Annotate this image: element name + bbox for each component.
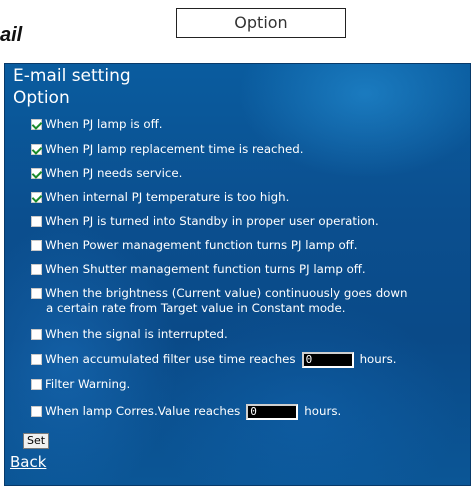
hours-unit-label: hours. bbox=[359, 352, 397, 366]
option-label: Filter Warning. bbox=[45, 377, 131, 391]
brightness-checkbox[interactable] bbox=[31, 288, 42, 299]
panel-title: E-mail setting bbox=[13, 66, 131, 86]
document-heading-fragment: ail bbox=[0, 24, 23, 46]
standby-checkbox[interactable] bbox=[31, 216, 42, 227]
option-label: When internal PJ temperature is too high… bbox=[45, 190, 290, 204]
option-label: When accumulated filter use time reaches bbox=[45, 352, 296, 366]
option-row-filter-warning: Filter Warning. bbox=[31, 377, 130, 392]
option-label: When lamp Corres.Value reaches bbox=[45, 404, 241, 418]
needs-service-checkbox[interactable] bbox=[31, 168, 42, 179]
option-label: When PJ lamp is off. bbox=[45, 117, 163, 131]
option-label-box: Option bbox=[176, 8, 346, 38]
set-button[interactable]: Set bbox=[23, 433, 50, 449]
option-row-lamp-replacement: When PJ lamp replacement time is reached… bbox=[31, 142, 304, 157]
option-row-needs-service: When PJ needs service. bbox=[31, 166, 182, 181]
lamp-off-checkbox[interactable] bbox=[31, 119, 42, 130]
option-row-lamp-corres: When lamp Corres.Value reaches 0 hours. bbox=[31, 404, 341, 420]
option-label-line1: When the brightness (Current value) cont… bbox=[45, 286, 408, 300]
lamp-corres-checkbox[interactable] bbox=[31, 406, 42, 417]
panel-subtitle: Option bbox=[13, 88, 70, 108]
hours-unit-label: hours. bbox=[304, 404, 342, 418]
option-label: When the signal is interrupted. bbox=[45, 327, 228, 341]
email-setting-panel: E-mail setting Option When PJ lamp is of… bbox=[4, 63, 471, 486]
option-row-lamp-off: When PJ lamp is off. bbox=[31, 117, 162, 132]
option-label: When PJ lamp replacement time is reached… bbox=[45, 142, 304, 156]
temperature-checkbox[interactable] bbox=[31, 192, 42, 203]
option-label-line2: a certain rate from Target value in Cons… bbox=[46, 301, 346, 315]
option-row-filter-time: When accumulated filter use time reaches… bbox=[31, 352, 397, 368]
option-row-temperature: When internal PJ temperature is too high… bbox=[31, 190, 289, 205]
option-label: When the brightness (Current value) cont… bbox=[45, 286, 408, 316]
option-row-signal-interrupted: When the signal is interrupted. bbox=[31, 327, 228, 342]
shutter-management-checkbox[interactable] bbox=[31, 264, 42, 275]
option-label: When Power management function turns PJ … bbox=[45, 238, 358, 252]
filter-hours-input[interactable]: 0 bbox=[301, 352, 354, 368]
option-row-power-management: When Power management function turns PJ … bbox=[31, 238, 358, 253]
signal-interrupted-checkbox[interactable] bbox=[31, 329, 42, 340]
back-link[interactable]: Back bbox=[10, 453, 46, 471]
option-row-brightness: When the brightness (Current value) cont… bbox=[31, 286, 408, 316]
filter-warning-checkbox[interactable] bbox=[31, 379, 42, 390]
option-row-shutter-management: When Shutter management function turns P… bbox=[31, 262, 366, 277]
option-label: When Shutter management function turns P… bbox=[45, 262, 366, 276]
option-label: When PJ is turned into Standby in proper… bbox=[45, 214, 379, 228]
filter-time-checkbox[interactable] bbox=[31, 354, 42, 365]
option-row-standby: When PJ is turned into Standby in proper… bbox=[31, 214, 379, 229]
option-label: When PJ needs service. bbox=[45, 166, 183, 180]
power-management-checkbox[interactable] bbox=[31, 240, 42, 251]
lamp-replacement-checkbox[interactable] bbox=[31, 144, 42, 155]
lamp-corres-hours-input[interactable]: 0 bbox=[246, 404, 299, 420]
